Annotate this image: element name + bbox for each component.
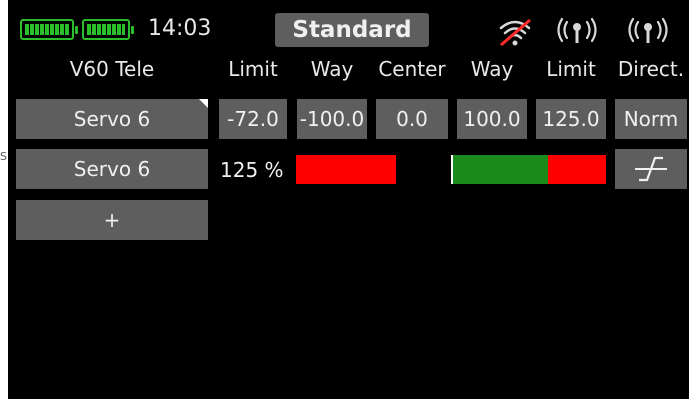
clock: 14:03 bbox=[148, 16, 212, 41]
center-field[interactable]: 0.0 bbox=[376, 99, 448, 139]
signal-off-icon bbox=[499, 18, 531, 47]
header-way-right: Way bbox=[470, 57, 514, 81]
battery-icon bbox=[20, 19, 78, 40]
model-name: V60 Tele bbox=[69, 57, 155, 81]
curve-icon bbox=[635, 156, 667, 182]
transmitter-screen: 14:03 Standard V60 Tele Limit Way Center… bbox=[8, 0, 689, 399]
limit-left-field[interactable]: -72.0 bbox=[219, 99, 287, 139]
servo-bar-right-green bbox=[451, 155, 548, 184]
way-right-field[interactable]: 100.0 bbox=[457, 99, 527, 139]
header-limit-right: Limit bbox=[546, 57, 596, 81]
header-way-left: Way bbox=[310, 57, 354, 81]
servo-label: Servo 6 bbox=[73, 107, 151, 131]
add-button[interactable]: + bbox=[16, 200, 208, 240]
limit-right-field[interactable]: 125.0 bbox=[536, 99, 606, 139]
servo-bar-origin-line bbox=[451, 155, 453, 184]
direction-button[interactable]: Norm bbox=[615, 99, 687, 139]
left-edge-text: S bbox=[0, 150, 7, 163]
rc-transmitter-icon bbox=[628, 17, 668, 43]
servo-bar-right-red bbox=[548, 155, 606, 184]
header-direction: Direct. bbox=[617, 57, 685, 81]
header-limit-left: Limit bbox=[228, 57, 278, 81]
servo-select-button[interactable]: Servo 6 bbox=[16, 99, 208, 139]
way-left-field[interactable]: -100.0 bbox=[297, 99, 367, 139]
servo-monitor-button[interactable]: Servo 6 bbox=[16, 149, 208, 189]
servo-percent: 125 % bbox=[220, 158, 284, 182]
corner-indicator bbox=[199, 99, 208, 108]
mode-button[interactable]: Standard bbox=[275, 13, 429, 47]
servo-label: Servo 6 bbox=[73, 157, 151, 181]
servo-bar-left bbox=[296, 155, 396, 184]
curve-button[interactable] bbox=[615, 149, 687, 189]
rc-transmitter-icon bbox=[557, 17, 597, 43]
header-center: Center bbox=[378, 57, 446, 81]
battery-icon bbox=[82, 19, 134, 40]
